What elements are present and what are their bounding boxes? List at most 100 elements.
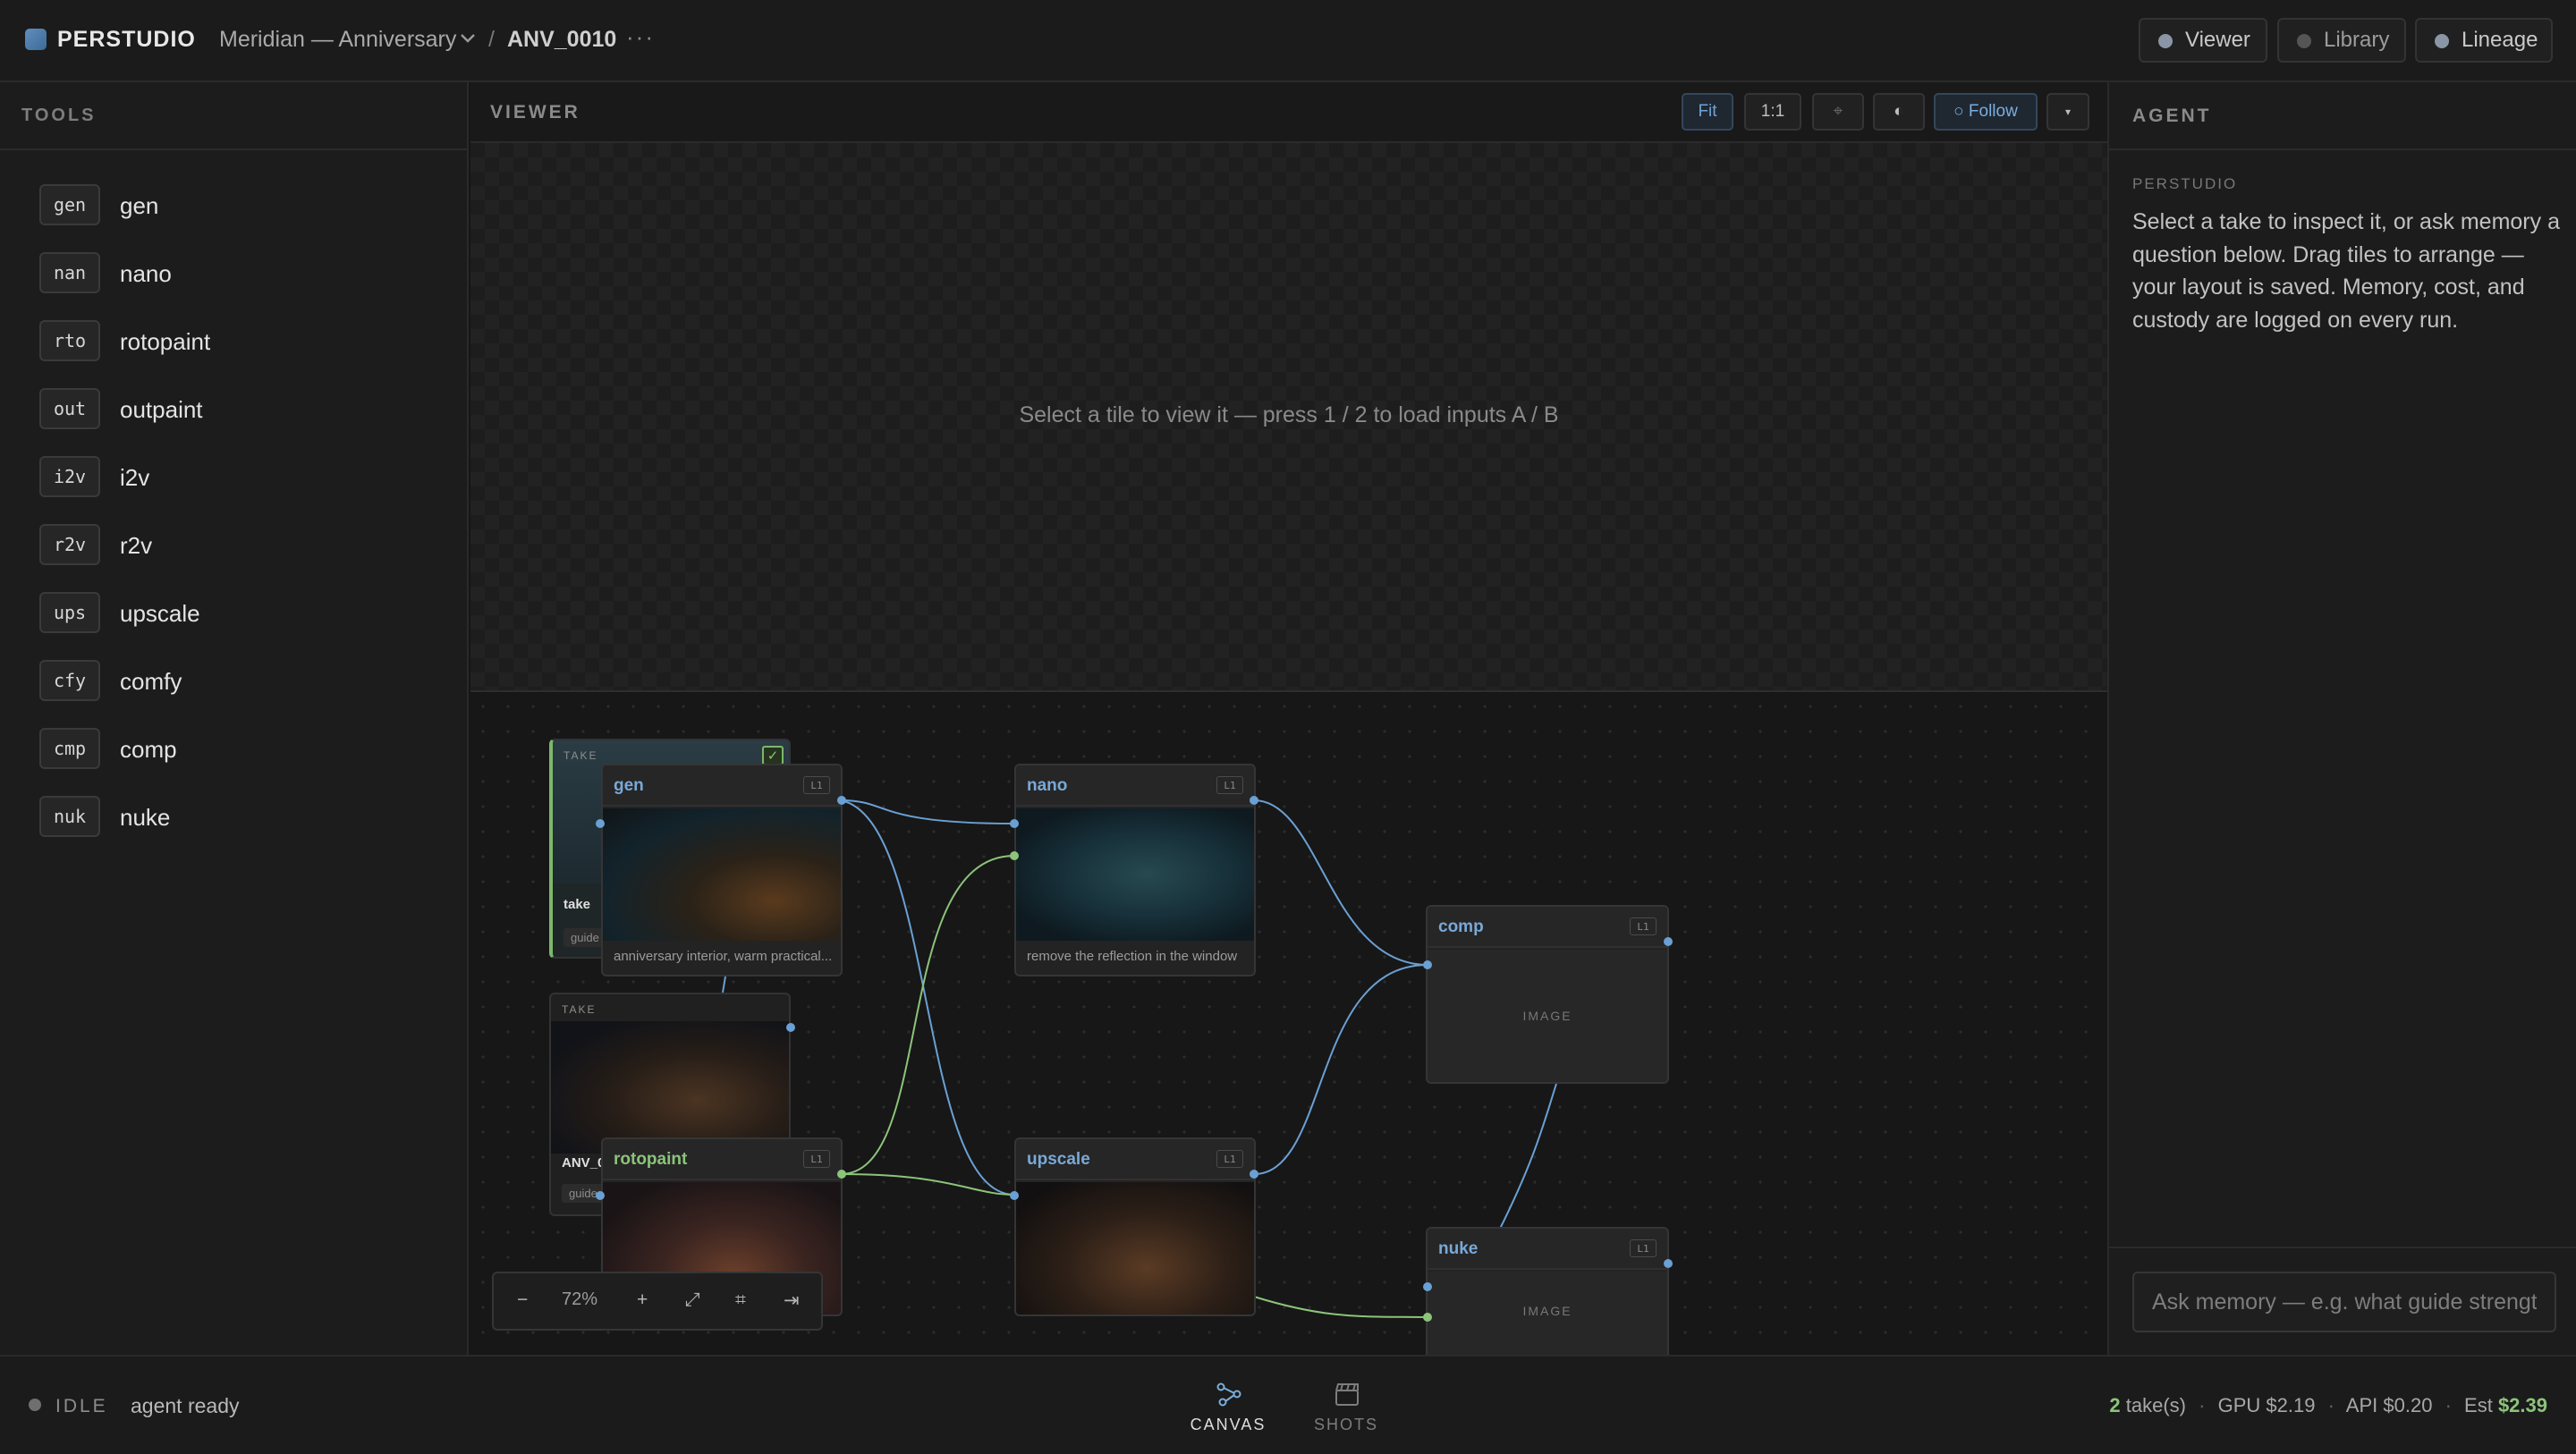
tool-i2v[interactable]: i2v i2v: [39, 454, 433, 499]
take-name: ANV_0: [562, 1155, 606, 1171]
gpu-cost: GPU $2.19: [2217, 1394, 2316, 1416]
estimate-label: Est: [2464, 1394, 2493, 1416]
wire: [840, 799, 1015, 824]
tool-comp[interactable]: cmp comp: [39, 726, 433, 771]
viewer-menu-icon[interactable]: ▾: [2046, 93, 2089, 131]
node-title: upscale: [1027, 1150, 1090, 1169]
collapse-icon[interactable]: ⇥: [784, 1289, 800, 1312]
tool-badge: cfy: [39, 660, 100, 701]
tools-title: TOOLS: [21, 106, 97, 125]
chevron-down-icon[interactable]: [459, 32, 477, 45]
node-canvas[interactable]: TAKE ✓ take guide TAKE ANV_0 guide gen L…: [470, 694, 2107, 1355]
tool-label: r2v: [120, 532, 153, 559]
output-port[interactable]: [1664, 937, 1673, 946]
node-comp[interactable]: comp L1 IMAGE: [1426, 905, 1669, 1084]
viewer-header: VIEWER Fit 1:1 ⌖ ◐ ○ Follow ▾: [470, 82, 2107, 143]
output-port[interactable]: [837, 796, 846, 805]
tool-label: rotopaint: [120, 328, 211, 355]
more-menu-button[interactable]: ···: [626, 23, 655, 51]
node-title: rotopaint: [614, 1150, 688, 1169]
status-dot-icon: [2297, 34, 2311, 48]
zoom-in-button[interactable]: +: [637, 1289, 648, 1311]
zoom-out-button[interactable]: −: [517, 1289, 528, 1311]
tool-gen[interactable]: gen gen: [39, 182, 433, 227]
nav-label: SHOTS: [1313, 1416, 1378, 1433]
node-preview-image: [1016, 808, 1254, 941]
output-port[interactable]: [837, 1170, 846, 1179]
grid-toggle-icon[interactable]: ⌗: [735, 1289, 746, 1311]
output-port[interactable]: [786, 1023, 795, 1032]
nav-tab-canvas[interactable]: CANVAS: [1174, 1376, 1282, 1439]
wire: [1253, 799, 1428, 966]
takes-suffix: take(s): [2125, 1394, 2187, 1416]
take-label: TAKE: [564, 749, 598, 762]
tab-lineage[interactable]: Lineage: [2415, 18, 2553, 63]
checkmark-icon[interactable]: ✓: [762, 746, 784, 765]
tool-nuke[interactable]: nuk nuke: [39, 794, 433, 839]
tool-r2v[interactable]: r2v r2v: [39, 522, 433, 567]
node-title: nuke: [1438, 1239, 1479, 1258]
node-level-badge: L1: [1630, 917, 1657, 935]
tool-label: i2v: [120, 464, 150, 491]
node-title: comp: [1438, 917, 1484, 936]
input-port[interactable]: [1010, 1191, 1019, 1200]
agent-title: AGENT: [2132, 106, 2212, 126]
input-port[interactable]: [1423, 960, 1432, 969]
image-placeholder: IMAGE: [1428, 1272, 1667, 1355]
tool-badge: nan: [39, 252, 100, 293]
memory-query-input[interactable]: [2132, 1272, 2556, 1332]
agent-message: Select a take to inspect it, or ask memo…: [2132, 209, 2560, 333]
status-indicator-icon: [29, 1399, 41, 1411]
input-port[interactable]: [1010, 819, 1019, 828]
output-port[interactable]: [1250, 796, 1258, 805]
wire: [722, 976, 726, 993]
tab-library[interactable]: Library: [2277, 18, 2406, 63]
node-nano[interactable]: nano L1 remove the reflection in the win…: [1014, 764, 1256, 976]
wire: [840, 799, 1015, 1196]
input-port[interactable]: [596, 1191, 605, 1200]
tool-nano[interactable]: nan nano: [39, 250, 433, 295]
node-nuke[interactable]: nuke L1 IMAGE: [1426, 1227, 1669, 1355]
project-selector[interactable]: Meridian — Anniversary: [219, 27, 456, 53]
node-gen[interactable]: gen L1 anniversary interior, warm practi…: [601, 764, 843, 976]
viewer-hint: Select a tile to view it — press 1 / 2 t…: [1019, 402, 1559, 427]
tab-label: Library: [2324, 28, 2390, 52]
fit-to-screen-icon[interactable]: ⤢: [685, 1289, 700, 1311]
divider: [2109, 1247, 2576, 1248]
estimate-value: $2.39: [2497, 1394, 2547, 1416]
take-thumbnail: [551, 1021, 789, 1154]
canvas-graph-icon: [1216, 1382, 1241, 1407]
tool-rotopaint[interactable]: rto rotopaint: [39, 318, 433, 363]
status-dot-icon: [2435, 34, 2449, 48]
agent-panel: AGENT PERSTUDIO Select a take to inspect…: [2107, 82, 2576, 1355]
viewer-stage[interactable]: Select a tile to view it — press 1 / 2 t…: [470, 143, 2107, 692]
zoom-level: 72%: [562, 1289, 598, 1309]
input-port[interactable]: [1423, 1313, 1432, 1322]
wire: [1498, 1083, 1557, 1231]
nav-tab-shots[interactable]: SHOTS: [1292, 1376, 1400, 1439]
tool-upscale[interactable]: ups upscale: [39, 590, 433, 635]
fit-button[interactable]: Fit: [1682, 93, 1733, 131]
tool-badge: gen: [39, 184, 100, 225]
node-preview-image: [603, 808, 841, 941]
output-port[interactable]: [1664, 1259, 1673, 1268]
status-dot-icon: [2158, 34, 2173, 48]
tool-label: nuke: [120, 804, 171, 831]
tool-outpaint[interactable]: out outpaint: [39, 386, 433, 431]
node-upscale[interactable]: upscale L1: [1014, 1137, 1256, 1316]
actual-size-button[interactable]: 1:1: [1744, 93, 1801, 131]
follow-button[interactable]: ○ Follow: [1934, 93, 2038, 131]
tab-viewer[interactable]: Viewer: [2139, 18, 2267, 63]
viewer-title: VIEWER: [490, 102, 580, 123]
output-port[interactable]: [1250, 1170, 1258, 1179]
input-port[interactable]: [1010, 851, 1019, 860]
shot-name[interactable]: ANV_0010: [507, 27, 616, 53]
tool-comfy[interactable]: cfy comfy: [39, 658, 433, 703]
contrast-icon[interactable]: ◐: [1873, 93, 1925, 131]
tab-label: Lineage: [2462, 28, 2538, 52]
crosshair-icon[interactable]: ⌖: [1812, 93, 1864, 131]
input-port[interactable]: [596, 819, 605, 828]
node-level-badge: L1: [803, 776, 830, 794]
input-port[interactable]: [1423, 1282, 1432, 1291]
node-level-badge: L1: [1216, 1150, 1243, 1168]
